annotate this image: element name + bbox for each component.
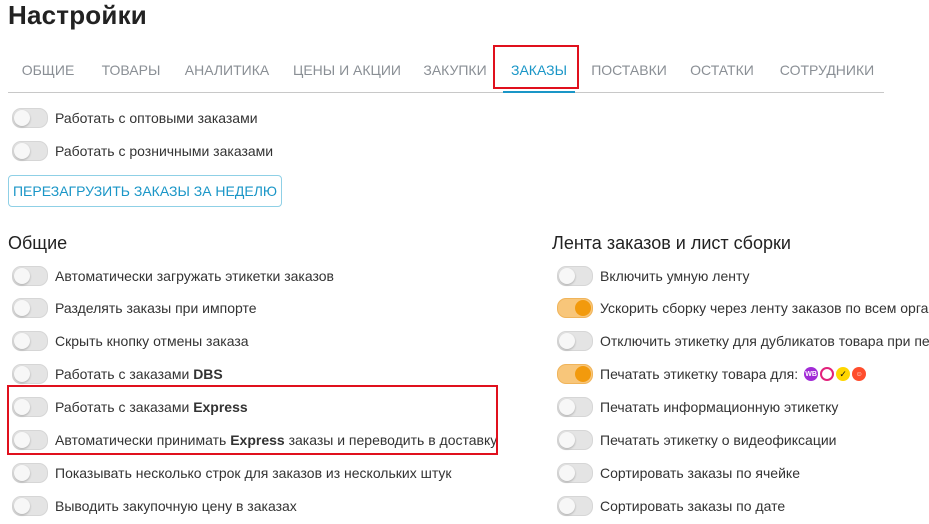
toggle-switch[interactable] (557, 331, 593, 351)
toggle-switch[interactable] (557, 298, 593, 318)
toggle-label: Сортировать заказы по дате (600, 498, 786, 514)
toggle-label: Разделять заказы при импорте (55, 300, 257, 316)
label-text: Работать с заказами (55, 399, 194, 415)
section-title-general: Общие (8, 233, 68, 253)
page-title: Настройки (8, 0, 147, 30)
toggle-switch[interactable] (557, 266, 593, 286)
toggle-label: Отключить этикетку для дубликатов товара… (600, 333, 929, 349)
toggle-switch[interactable] (12, 141, 48, 161)
toggle-switch[interactable] (12, 397, 48, 417)
toggle-switch[interactable] (12, 298, 48, 318)
toggle-row-auto-accept-express: Автоматически принимать Express заказы и… (12, 428, 497, 452)
toggle-row-video-label: Печатать этикетку о видеофиксации (557, 428, 836, 452)
tab-general[interactable]: ОБЩИЕ (16, 50, 80, 92)
toggle-row-print-product-label: Печатать этикетку товара для: WB ✓ ☺ (557, 362, 867, 386)
toggle-switch[interactable] (557, 397, 593, 417)
toggle-switch[interactable] (557, 430, 593, 450)
toggle-row-express-orders: Работать с заказами Express (12, 395, 248, 419)
toggle-label: Работать с заказами DBS (55, 366, 223, 382)
toggle-row-purchase-price: Выводить закупочную цену в заказах (12, 494, 297, 518)
toggle-switch[interactable] (12, 108, 48, 128)
toggle-label: Включить умную ленту (600, 268, 750, 284)
toggle-row-info-label: Печатать информационную этикетку (557, 395, 838, 419)
toggle-label: Сортировать заказы по ячейке (600, 465, 800, 481)
toggle-switch[interactable] (557, 496, 593, 516)
label-bold: Express (230, 432, 285, 448)
toggle-row-smart-feed: Включить умную ленту (557, 264, 750, 288)
toggle-row-sort-by-date: Сортировать заказы по дате (557, 494, 785, 518)
toggle-switch[interactable] (12, 430, 48, 450)
toggle-switch[interactable] (12, 331, 48, 351)
toggle-label: Автоматически загружать этикетки заказов (55, 268, 334, 284)
toggle-switch[interactable] (12, 364, 48, 384)
toggle-label: Ускорить сборку через ленту заказов по в… (600, 300, 929, 316)
toggle-row-auto-load-labels: Автоматически загружать этикетки заказов (12, 264, 334, 288)
label-bold: Express (193, 399, 248, 415)
tab-purchases[interactable]: ЗАКУПКИ (416, 50, 494, 92)
toggle-label: Автоматически принимать Express заказы и… (55, 432, 497, 448)
toggle-label: Печатать этикетку товара для: (600, 366, 799, 382)
yandex-market-icon: ✓ (836, 367, 851, 381)
toggle-switch[interactable] (12, 496, 48, 516)
toggle-label: Скрыть кнопку отмены заказа (55, 333, 249, 349)
toggle-label: Показывать несколько строк для заказов и… (55, 465, 452, 481)
toggle-row-split-orders: Разделять заказы при импорте (12, 296, 257, 320)
toggle-label: Выводить закупочную цену в заказах (55, 498, 297, 514)
toggle-row-hide-cancel-button: Скрыть кнопку отмены заказа (12, 329, 249, 353)
tab-supplies[interactable]: ПОСТАВКИ (586, 50, 672, 92)
toggle-label: Работать с розничными заказами (55, 143, 274, 159)
toggle-label: Работать с заказами Express (55, 399, 248, 415)
tab-products[interactable]: ТОВАРЫ (96, 50, 166, 92)
tab-orders[interactable]: ЗАКАЗЫ (503, 50, 575, 93)
tab-employees[interactable]: СОТРУДНИКИ (776, 50, 878, 92)
toggle-switch[interactable] (557, 463, 593, 483)
toggle-row-dbs-orders: Работать с заказами DBS (12, 362, 223, 386)
marketplace-icons: WB ✓ ☺ (804, 367, 867, 381)
label-bold: DBS (193, 366, 223, 382)
label-text: Автоматически принимать (55, 432, 231, 448)
toggle-label: Работать с оптовыми заказами (55, 110, 258, 126)
toggle-switch[interactable] (12, 463, 48, 483)
toggle-switch[interactable] (12, 266, 48, 286)
toggle-label: Печатать этикетку о видеофиксации (600, 432, 837, 448)
reload-orders-week-button[interactable]: ПЕРЕЗАГРУЗИТЬ ЗАКАЗЫ ЗА НЕДЕЛЮ (8, 175, 282, 207)
toggle-row-disable-duplicate-label: Отключить этикетку для дубликатов товара… (557, 329, 929, 353)
toggle-row-sort-by-cell: Сортировать заказы по ячейке (557, 461, 800, 485)
toggle-row-wholesale-orders: Работать с оптовыми заказами (12, 106, 258, 130)
megamarket-icon: ☺ (852, 367, 867, 381)
toggle-row-retail-orders: Работать с розничными заказами (12, 139, 273, 163)
toggle-switch[interactable] (557, 364, 593, 384)
toggle-row-speed-up-assembly: Ускорить сборку через ленту заказов по в… (557, 296, 928, 320)
label-suffix: заказы и переводить в доставку (284, 432, 498, 448)
toggle-row-multi-line-orders: Показывать несколько строк для заказов и… (12, 461, 452, 485)
settings-tabs: ОБЩИЕ ТОВАРЫ АНАЛИТИКА ЦЕНЫ И АКЦИИ ЗАКУ… (8, 50, 884, 93)
wb-icon: WB (804, 367, 819, 381)
label-text: Работать с заказами (55, 366, 194, 382)
tab-analytics[interactable]: АНАЛИТИКА (180, 50, 274, 92)
ozon-icon (820, 367, 835, 381)
tab-stock[interactable]: ОСТАТКИ (684, 50, 760, 92)
toggle-label: Печатать информационную этикетку (600, 399, 839, 415)
tab-prices-promos[interactable]: ЦЕНЫ И АКЦИИ (290, 50, 404, 92)
section-title-feed: Лента заказов и лист сборки (552, 233, 791, 253)
